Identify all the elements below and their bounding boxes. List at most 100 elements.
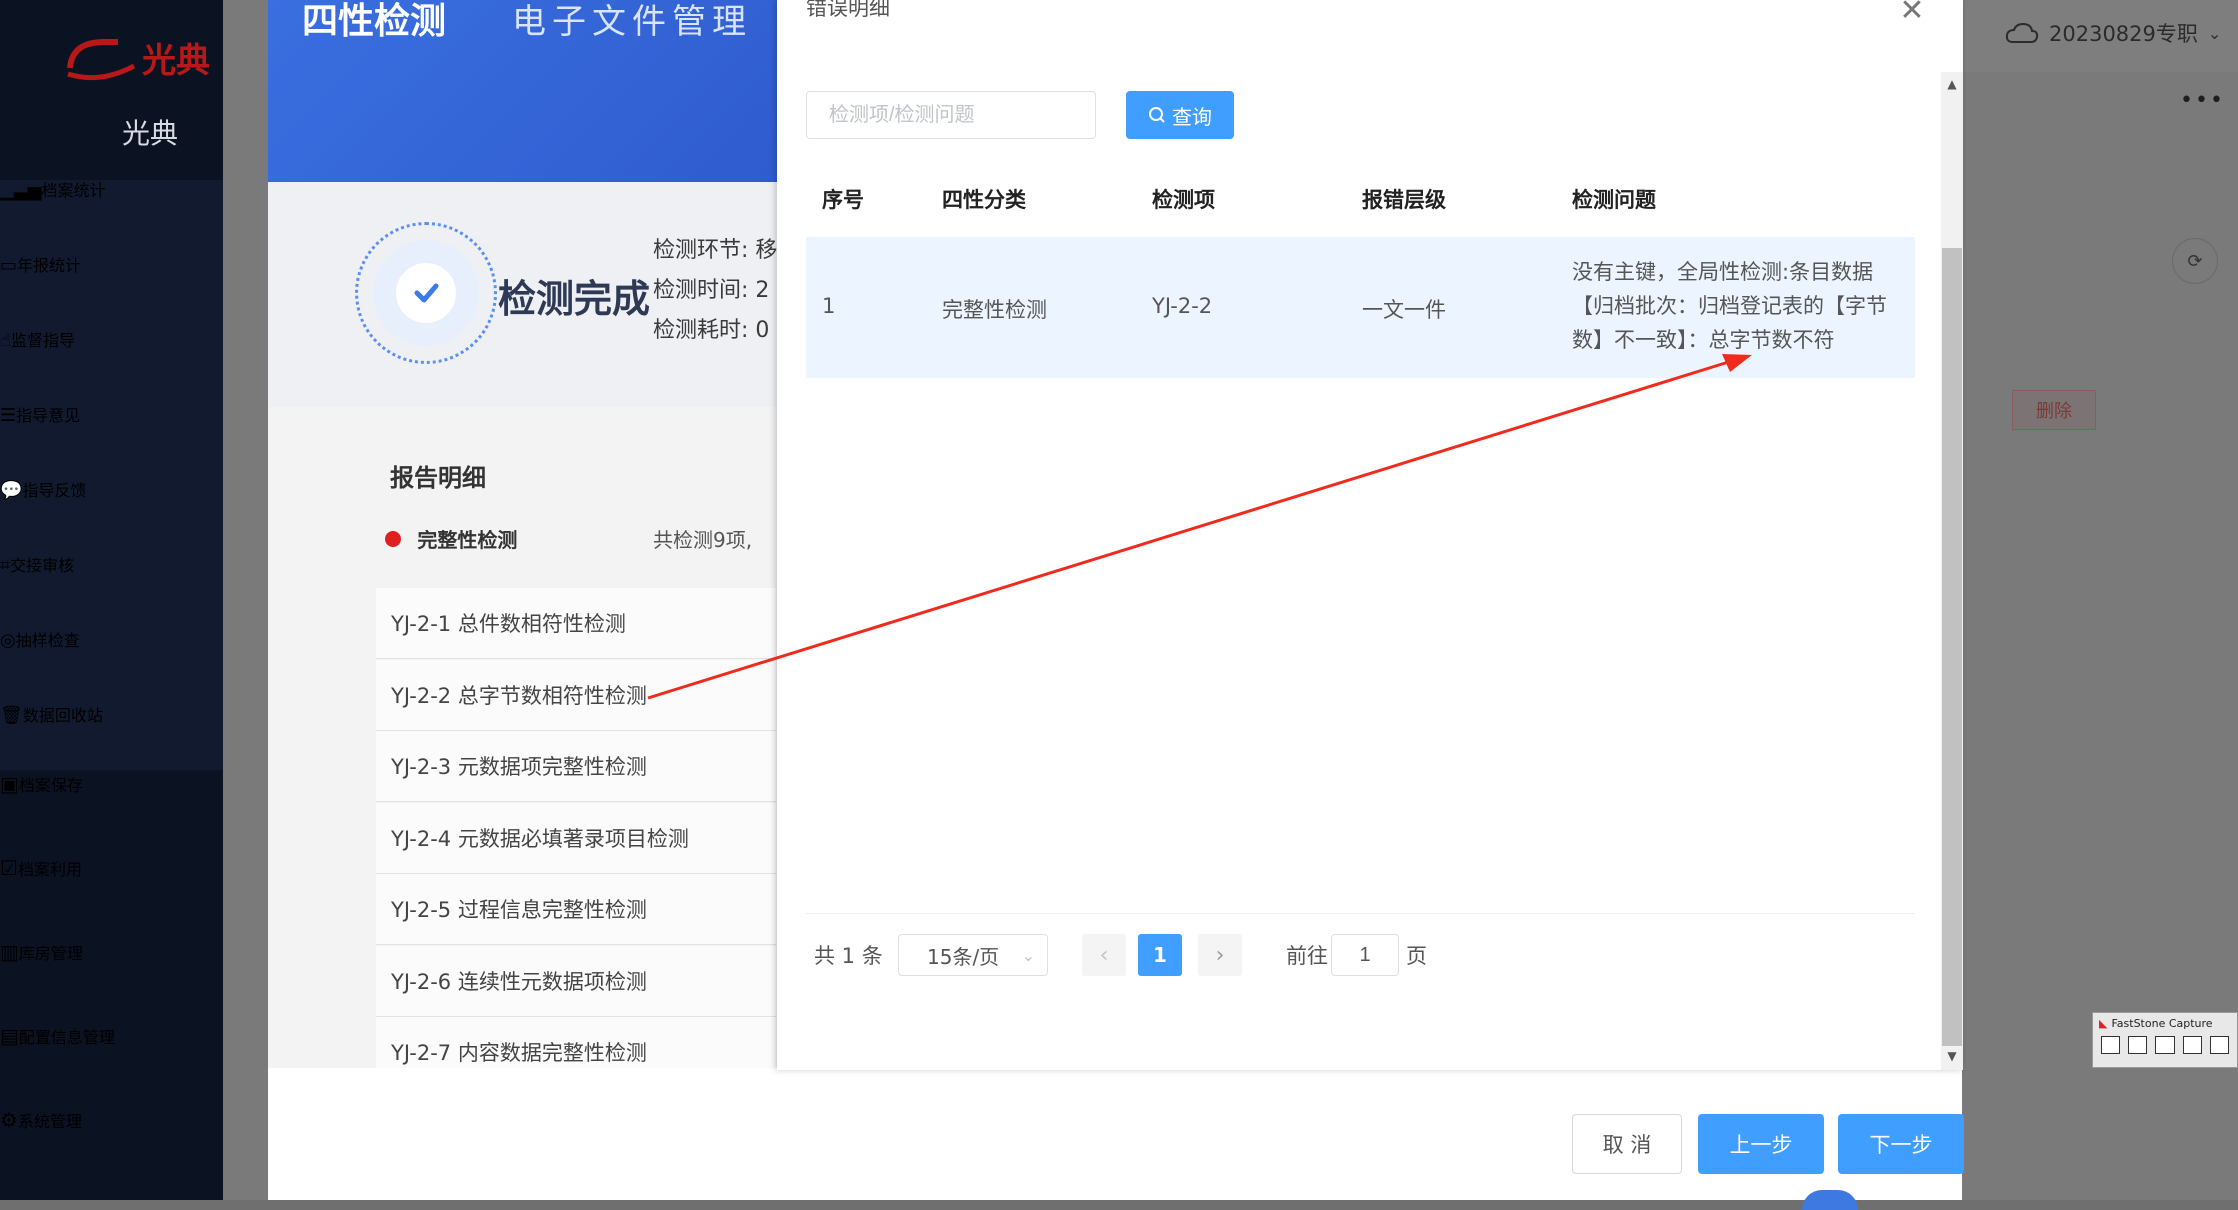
user-menu[interactable]: 20230829专职 ⌄ xyxy=(2005,18,2221,48)
cell-item: YJ-2-2 xyxy=(1152,294,1213,318)
report-item[interactable]: YJ-2-1 总件数相符性检测 xyxy=(376,588,776,659)
target-icon: ◎ xyxy=(0,630,16,651)
next-page-button[interactable]: › xyxy=(1198,934,1242,976)
cancel-button[interactable]: 取 消 xyxy=(1572,1114,1682,1174)
sidebar-item-label: 数据回收站 xyxy=(22,706,103,725)
bar-chart-icon: ▁▃▅ xyxy=(0,180,42,201)
delete-button[interactable]: 删除 xyxy=(2012,390,2096,430)
report-item[interactable]: YJ-2-4 元数据必填著录项目检测 xyxy=(376,802,776,874)
building-icon: ▥ xyxy=(0,940,19,964)
category-summary: 共检测9项, xyxy=(653,530,753,552)
report-item[interactable]: YJ-2-5 过程信息完整性检测 xyxy=(376,874,776,945)
sidebar-item-label: 指导意见 xyxy=(16,406,81,425)
sidebar-menu-item[interactable]: ☑档案利用 xyxy=(0,856,82,880)
goto-suffix: 页 xyxy=(1406,944,1427,968)
table-divider xyxy=(806,913,1915,914)
capture-rect-icon[interactable] xyxy=(2182,1036,2202,1054)
close-icon[interactable]: ✕ xyxy=(1896,0,1928,28)
brand-name: 光典 xyxy=(121,117,178,150)
floating-button[interactable] xyxy=(1802,1190,1858,1210)
sidebar-item[interactable]: ⌗交接审核 xyxy=(0,552,74,576)
banner-subtitle: 电子文件管理 xyxy=(512,2,752,42)
user-name: 20230829专职 xyxy=(2049,22,2198,46)
column-header-item: 检测项 xyxy=(1152,188,1215,212)
report-item[interactable]: YJ-2-3 元数据项完整性检测 xyxy=(376,731,776,802)
next-step-button[interactable]: 下一步 xyxy=(1838,1114,1964,1174)
scroll-up-icon[interactable]: ▲ xyxy=(1941,74,1963,94)
faststone-capture-toolbar[interactable]: ◣ FastStone Capture xyxy=(2092,1012,2238,1068)
chevron-right-icon: › xyxy=(1215,942,1225,968)
previous-step-button[interactable]: 上一步 xyxy=(1698,1114,1824,1174)
clipboard-icon: ☑ xyxy=(0,856,18,880)
meta-time: 检测时间: 2 xyxy=(653,278,770,303)
sidebar-item-label: 年报统计 xyxy=(17,256,82,275)
message-icon: ☰ xyxy=(0,405,17,426)
goto-label: 前往 xyxy=(1286,944,1328,968)
cell-level: 一文一件 xyxy=(1362,298,1446,322)
meta-duration: 检测耗时: 0 xyxy=(653,318,770,343)
page-size-select[interactable]: 15条/页 ⌄ xyxy=(898,934,1048,976)
status-text: 检测完成 xyxy=(498,277,651,321)
scroll-down-icon[interactable]: ▼ xyxy=(1941,1046,1963,1066)
trash-icon: 🗑 xyxy=(0,705,23,726)
refresh-icon: ⟳ xyxy=(2187,250,2203,272)
sidebar-item[interactable]: ▭年报统计 xyxy=(0,252,81,276)
category-label: 完整性检测 xyxy=(417,530,518,552)
query-button[interactable]: 查询 xyxy=(1126,91,1234,139)
sidebar-item-label: 指导反馈 xyxy=(22,481,87,500)
sidebar-item[interactable]: ☰指导意见 xyxy=(0,402,80,426)
banner-title: 四性检测 xyxy=(302,1,447,42)
report-item[interactable]: YJ-2-2 总字节数相符性检测 xyxy=(376,659,776,731)
sidebar-item[interactable]: ☝监督指导 xyxy=(0,327,75,351)
goto-page-input[interactable] xyxy=(1331,934,1399,976)
sidebar-menu-label: 系统管理 xyxy=(17,1112,82,1131)
sidebar-item[interactable]: ▁▃▅档案统计 xyxy=(0,177,106,201)
chevron-down-icon: ⌄ xyxy=(2207,23,2222,43)
capture-freehand-icon[interactable] xyxy=(2209,1036,2230,1054)
search-icon xyxy=(1149,107,1165,123)
scrollbar-thumb[interactable] xyxy=(1942,248,1962,1046)
faststone-title: FastStone Capture xyxy=(2111,1017,2213,1030)
sidebar-menu-label: 档案利用 xyxy=(17,860,82,879)
category-row[interactable]: 完整性检测 共检测9项, xyxy=(385,530,775,552)
sidebar-menu-item[interactable]: ⚙系统管理 xyxy=(0,1108,82,1132)
more-icon[interactable]: ••• xyxy=(2180,88,2225,113)
capture-object-icon[interactable] xyxy=(2155,1036,2175,1054)
cell-no: 1 xyxy=(822,294,836,318)
sidebar-item-label: 交接审核 xyxy=(10,556,75,575)
archive-icon: ▣ xyxy=(0,772,19,796)
column-header-category: 四性分类 xyxy=(942,188,1026,212)
sidebar-menu-item[interactable]: ▣档案保存 xyxy=(0,772,83,796)
sidebar-menu-item[interactable]: ▤配置信息管理 xyxy=(0,1024,115,1048)
capture-active-icon[interactable] xyxy=(2101,1036,2121,1054)
prev-page-button[interactable]: ‹ xyxy=(1082,934,1126,976)
pagination-total: 共 1 条 xyxy=(814,944,883,968)
meta-stage: 检测环节: 移 xyxy=(653,238,777,263)
check-icon xyxy=(396,263,456,323)
sidebar-menu-item[interactable]: ▥库房管理 xyxy=(0,940,83,964)
cell-category: 完整性检测 xyxy=(942,298,1047,322)
page-number-button[interactable]: 1 xyxy=(1138,934,1182,976)
refresh-button[interactable]: ⟳ xyxy=(2172,238,2218,284)
sidebar-menu-label: 配置信息管理 xyxy=(18,1028,115,1047)
svg-text:光典: 光典 xyxy=(142,41,210,81)
crop-icon: ⌗ xyxy=(0,555,11,576)
error-dot-icon xyxy=(385,531,401,547)
sidebar-menu-label: 库房管理 xyxy=(18,944,83,963)
search-input[interactable] xyxy=(806,91,1096,139)
sidebar-menu-label: 档案保存 xyxy=(18,776,83,795)
sidebar-item[interactable]: ◎抽样检查 xyxy=(0,627,80,651)
column-header-problem: 检测问题 xyxy=(1572,188,1656,212)
cell-problem: 没有主键，全局性检测:条目数据【归档批次：归档登记表的【字节数】不一致】：总字节… xyxy=(1572,260,1887,352)
chevron-left-icon: ‹ xyxy=(1099,942,1109,968)
monitor-icon: ▭ xyxy=(0,255,18,276)
report-title: 报告明细 xyxy=(390,464,486,492)
modal-title: 错误明细 xyxy=(806,0,890,20)
capture-window-icon[interactable] xyxy=(2128,1036,2148,1054)
chevron-down-icon: ⌄ xyxy=(1021,945,1035,965)
error-detail-modal xyxy=(777,0,1963,1070)
report-item[interactable]: YJ-2-6 连续性元数据项检测 xyxy=(376,945,776,1017)
sidebar-item[interactable]: 💬指导反馈 xyxy=(0,477,86,501)
sidebar-item-label: 监督指导 xyxy=(10,331,75,350)
sidebar-item[interactable]: 🗑数据回收站 xyxy=(0,702,103,726)
